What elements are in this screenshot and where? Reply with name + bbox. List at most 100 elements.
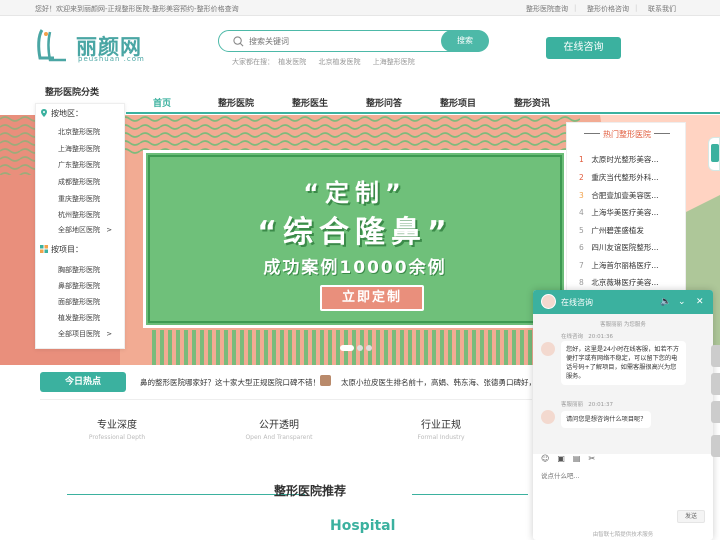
chevron-right-icon: > [106, 226, 113, 234]
region-title: 按地区： [51, 109, 83, 118]
side-consult-tab[interactable] [708, 137, 720, 171]
hot-hospital-ranking: 热门整形医院 1 太原时光整形美容... 2 重庆当代整形外科... 3 合肥壹… [566, 122, 686, 292]
rank-item[interactable]: 3 合肥壹加壹美容医... [579, 190, 685, 201]
chat-bubble-icon [711, 144, 719, 162]
message-time: 20:01:37 [588, 402, 613, 408]
feature-title: 专业深度 [97, 420, 137, 431]
welcome-text: 您好！欢迎来到丽颜网-正规整形医院-整形美容预约-整形价格查询 [35, 5, 239, 13]
project-item[interactable]: 面部整形医院 [58, 297, 100, 307]
chat-widget: 在线咨询 🔈 ⌄ ✕ 客服丽丽 为您服务 在线咨询 20:01:36 您好，这里… [533, 290, 713, 540]
search-bar: 搜索 [218, 30, 489, 52]
rank-name: 太原时光整形美容... [591, 155, 659, 164]
divider [40, 399, 532, 400]
image-icon[interactable]: ▣ [557, 454, 565, 463]
hot-search-item[interactable]: 植发医院 [278, 58, 306, 66]
agent-avatar [541, 342, 555, 356]
search-icon [233, 36, 244, 47]
top-link-price[interactable]: 整形价格咨询 [587, 4, 629, 14]
banner-customize-button[interactable]: 立即定制 [320, 285, 424, 311]
message-meta: 在线咨询 20:01:36 [561, 332, 613, 340]
region-item[interactable]: 重庆整形医院 [58, 194, 100, 204]
send-button[interactable]: 发送 [677, 510, 705, 523]
region-item[interactable]: 广东整形医院 [58, 160, 100, 170]
nav-qa[interactable]: 整形问答 [366, 96, 402, 109]
sender-name: 在线咨询 [561, 334, 584, 340]
carousel-dot[interactable] [340, 345, 354, 351]
logo-domain: peushuan .com [78, 55, 145, 63]
rank-number: 1 [579, 155, 584, 164]
chat-messages: 客服丽丽 为您服务 在线咨询 20:01:36 您好，这里是24小时在线客服，如… [533, 314, 713, 454]
region-all-label: 全部地区医院 [58, 226, 100, 234]
close-icon[interactable]: ✕ [696, 297, 704, 307]
rank-name: 上海华美医疗美容... [591, 208, 659, 217]
news-ticker-item[interactable]: 鼻的整形医院哪家好？这十家大型正规医院口碑不错！ [140, 377, 320, 388]
rank-item[interactable]: 1 太原时光整形美容... [579, 154, 685, 165]
nav-project[interactable]: 整形项目 [440, 96, 476, 109]
rank-name: 上海首尔丽格医疗... [591, 261, 659, 270]
recommend-subtitle: Hospital [330, 518, 396, 534]
project-item[interactable]: 植发整形医院 [58, 313, 100, 323]
feature-item: 行业正规 Formal Industry [391, 416, 491, 441]
side-float-tab[interactable] [711, 435, 720, 457]
nav-hospital[interactable]: 整形医院 [218, 96, 254, 109]
rank-name: 合肥壹加壹美容医... [591, 191, 659, 200]
nav-home[interactable]: 首页 [153, 96, 171, 109]
side-float-tab[interactable] [711, 345, 720, 367]
rank-item[interactable]: 6 四川友谊医院整形... [579, 242, 685, 253]
rank-number: 2 [579, 173, 584, 182]
news-thumbnail [320, 375, 331, 386]
project-item[interactable]: 胸部整形医院 [58, 265, 100, 275]
today-hot-label: 今日热点 [40, 372, 126, 392]
rank-item[interactable]: 5 广州碧莲盛植发 [579, 225, 685, 236]
search-button[interactable]: 搜索 [441, 30, 489, 52]
carousel-dot[interactable] [357, 345, 363, 351]
rank-number: 3 [579, 191, 584, 200]
nav-doctor[interactable]: 整形医生 [292, 96, 328, 109]
chat-header: 在线咨询 🔈 ⌄ ✕ [533, 290, 713, 314]
project-item[interactable]: 鼻部整形医院 [58, 281, 100, 291]
region-item[interactable]: 杭州整形医院 [58, 210, 100, 220]
consult-button[interactable]: 在线咨询 [546, 37, 621, 59]
hot-search-item[interactable]: 上海整形医院 [373, 58, 415, 66]
rank-number: 6 [579, 243, 584, 252]
hot-search-label: 大家都在搜： [232, 58, 274, 66]
rank-item[interactable]: 2 重庆当代整形外科... [579, 172, 685, 183]
hot-search-item[interactable]: 北京植发医院 [318, 58, 360, 66]
carousel-dots [340, 344, 375, 353]
project-item-all[interactable]: 全部项目医院 > [58, 329, 112, 339]
rank-name: 重庆当代整形外科... [591, 173, 659, 182]
carousel-dot[interactable] [366, 345, 372, 351]
news-ticker-item[interactable]: 太原小拉皮医生排名前十，高娟、韩东海、张德勇口碑好， [341, 377, 536, 388]
top-link-contact[interactable]: 联系我们 [648, 4, 676, 14]
chat-input[interactable] [541, 470, 705, 506]
grid-icon [40, 245, 48, 253]
logo-mark-icon [37, 29, 66, 62]
chevron-down-icon[interactable]: ⌄ [678, 297, 686, 307]
rank-number: 4 [579, 208, 584, 217]
site-logo[interactable]: 丽颜网 peushuan .com [36, 28, 146, 68]
side-float-tab[interactable] [711, 401, 720, 423]
scissors-icon[interactable]: ✂ [588, 454, 595, 463]
folder-icon[interactable]: ▤ [573, 454, 581, 463]
feature-subtitle: Formal Industry [417, 434, 465, 441]
rank-name: 北京薇琳医疗美容... [591, 278, 659, 287]
nav-news[interactable]: 整形资讯 [514, 96, 550, 109]
region-item[interactable]: 成都整形医院 [58, 177, 100, 187]
rank-item[interactable]: 7 上海首尔丽格医疗... [579, 260, 685, 271]
speaker-icon[interactable]: 🔈 [660, 297, 671, 307]
search-input[interactable] [249, 34, 419, 49]
top-link-hospital[interactable]: 整形医院查询 [526, 4, 568, 14]
feature-item: 公开透明 Open And Transparent [229, 416, 329, 441]
rank-item[interactable]: 4 上海华美医疗美容... [579, 207, 685, 218]
side-float-tab[interactable] [711, 373, 720, 395]
emoji-icon[interactable]: ☺ [541, 454, 549, 463]
feature-subtitle: Open And Transparent [245, 434, 313, 441]
chat-message: 请问您是想咨询什么项目呢？ [561, 411, 652, 428]
region-item[interactable]: 北京整形医院 [58, 127, 100, 137]
region-item[interactable]: 上海整形医院 [58, 144, 100, 154]
rank-number: 8 [579, 278, 584, 287]
agent-avatar [541, 294, 556, 309]
chat-toolbar: ☺ ▣ ▤ ✂ [541, 454, 711, 466]
rank-item[interactable]: 8 北京薇琳医疗美容... [579, 277, 685, 288]
region-item-all[interactable]: 全部地区医院 > [58, 225, 112, 235]
